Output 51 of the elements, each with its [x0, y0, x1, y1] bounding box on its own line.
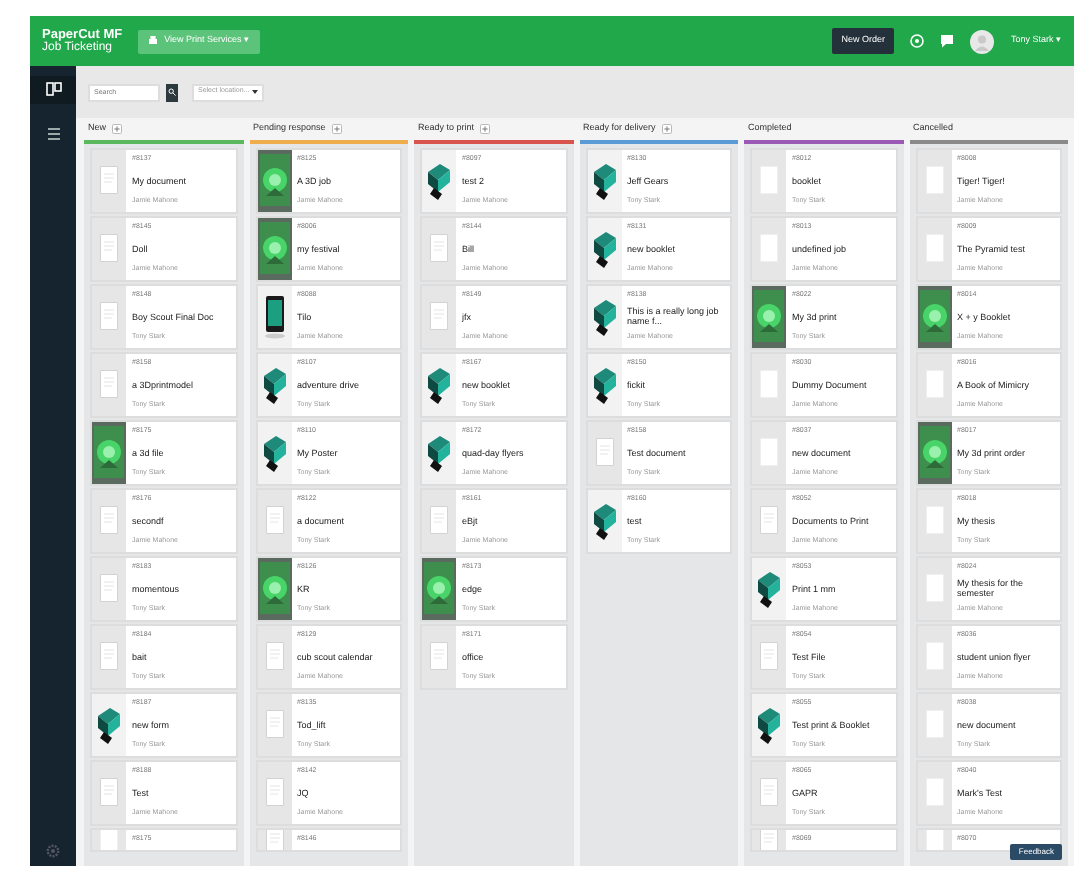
printer-icon [148, 36, 159, 46]
document-icon [265, 710, 283, 739]
document-icon [430, 506, 448, 535]
caret-icon [252, 90, 258, 94]
add-icon[interactable] [112, 124, 123, 134]
document-icon [430, 642, 448, 671]
document-icon [430, 302, 448, 331]
document-icon [760, 506, 778, 535]
add-icon[interactable] [331, 124, 342, 134]
document-icon [595, 438, 613, 467]
document-icon [760, 778, 778, 807]
document-icon [100, 234, 118, 263]
blank-page-icon [925, 506, 943, 535]
document-icon [100, 166, 118, 195]
document-icon [100, 506, 118, 535]
settings-icon[interactable] [46, 844, 60, 858]
add-icon[interactable] [661, 124, 672, 134]
blank-page-icon [100, 830, 118, 850]
sidebar-item[interactable] [30, 76, 76, 104]
blank-page-icon [925, 830, 943, 850]
help-icon[interactable] [910, 34, 925, 48]
document-icon [100, 574, 118, 603]
document-icon [100, 642, 118, 671]
blank-page-icon [925, 642, 943, 671]
chat-icon[interactable] [940, 34, 955, 48]
document-icon [265, 830, 283, 850]
document-icon [100, 778, 118, 807]
document-icon [265, 642, 283, 671]
blank-page-icon [760, 234, 778, 263]
list-icon [45, 126, 61, 142]
blank-page-icon [925, 234, 943, 263]
document-icon [430, 234, 448, 263]
board-icon [45, 82, 61, 98]
blank-page-icon [925, 710, 943, 739]
document-icon [265, 778, 283, 807]
blank-page-icon [925, 778, 943, 807]
blank-page-icon [760, 438, 778, 467]
blank-page-icon [925, 166, 943, 195]
document-icon [760, 830, 778, 850]
add-icon[interactable] [480, 124, 491, 134]
document-icon [100, 370, 118, 399]
blank-page-icon [760, 166, 778, 195]
search-button[interactable] [166, 83, 178, 101]
blank-page-icon [925, 574, 943, 603]
document-icon [100, 302, 118, 331]
avatar[interactable] [970, 29, 995, 53]
search-icon [168, 88, 176, 96]
document-icon [265, 506, 283, 535]
blank-page-icon [760, 370, 778, 399]
document-icon [760, 642, 778, 671]
blank-page-icon [925, 370, 943, 399]
